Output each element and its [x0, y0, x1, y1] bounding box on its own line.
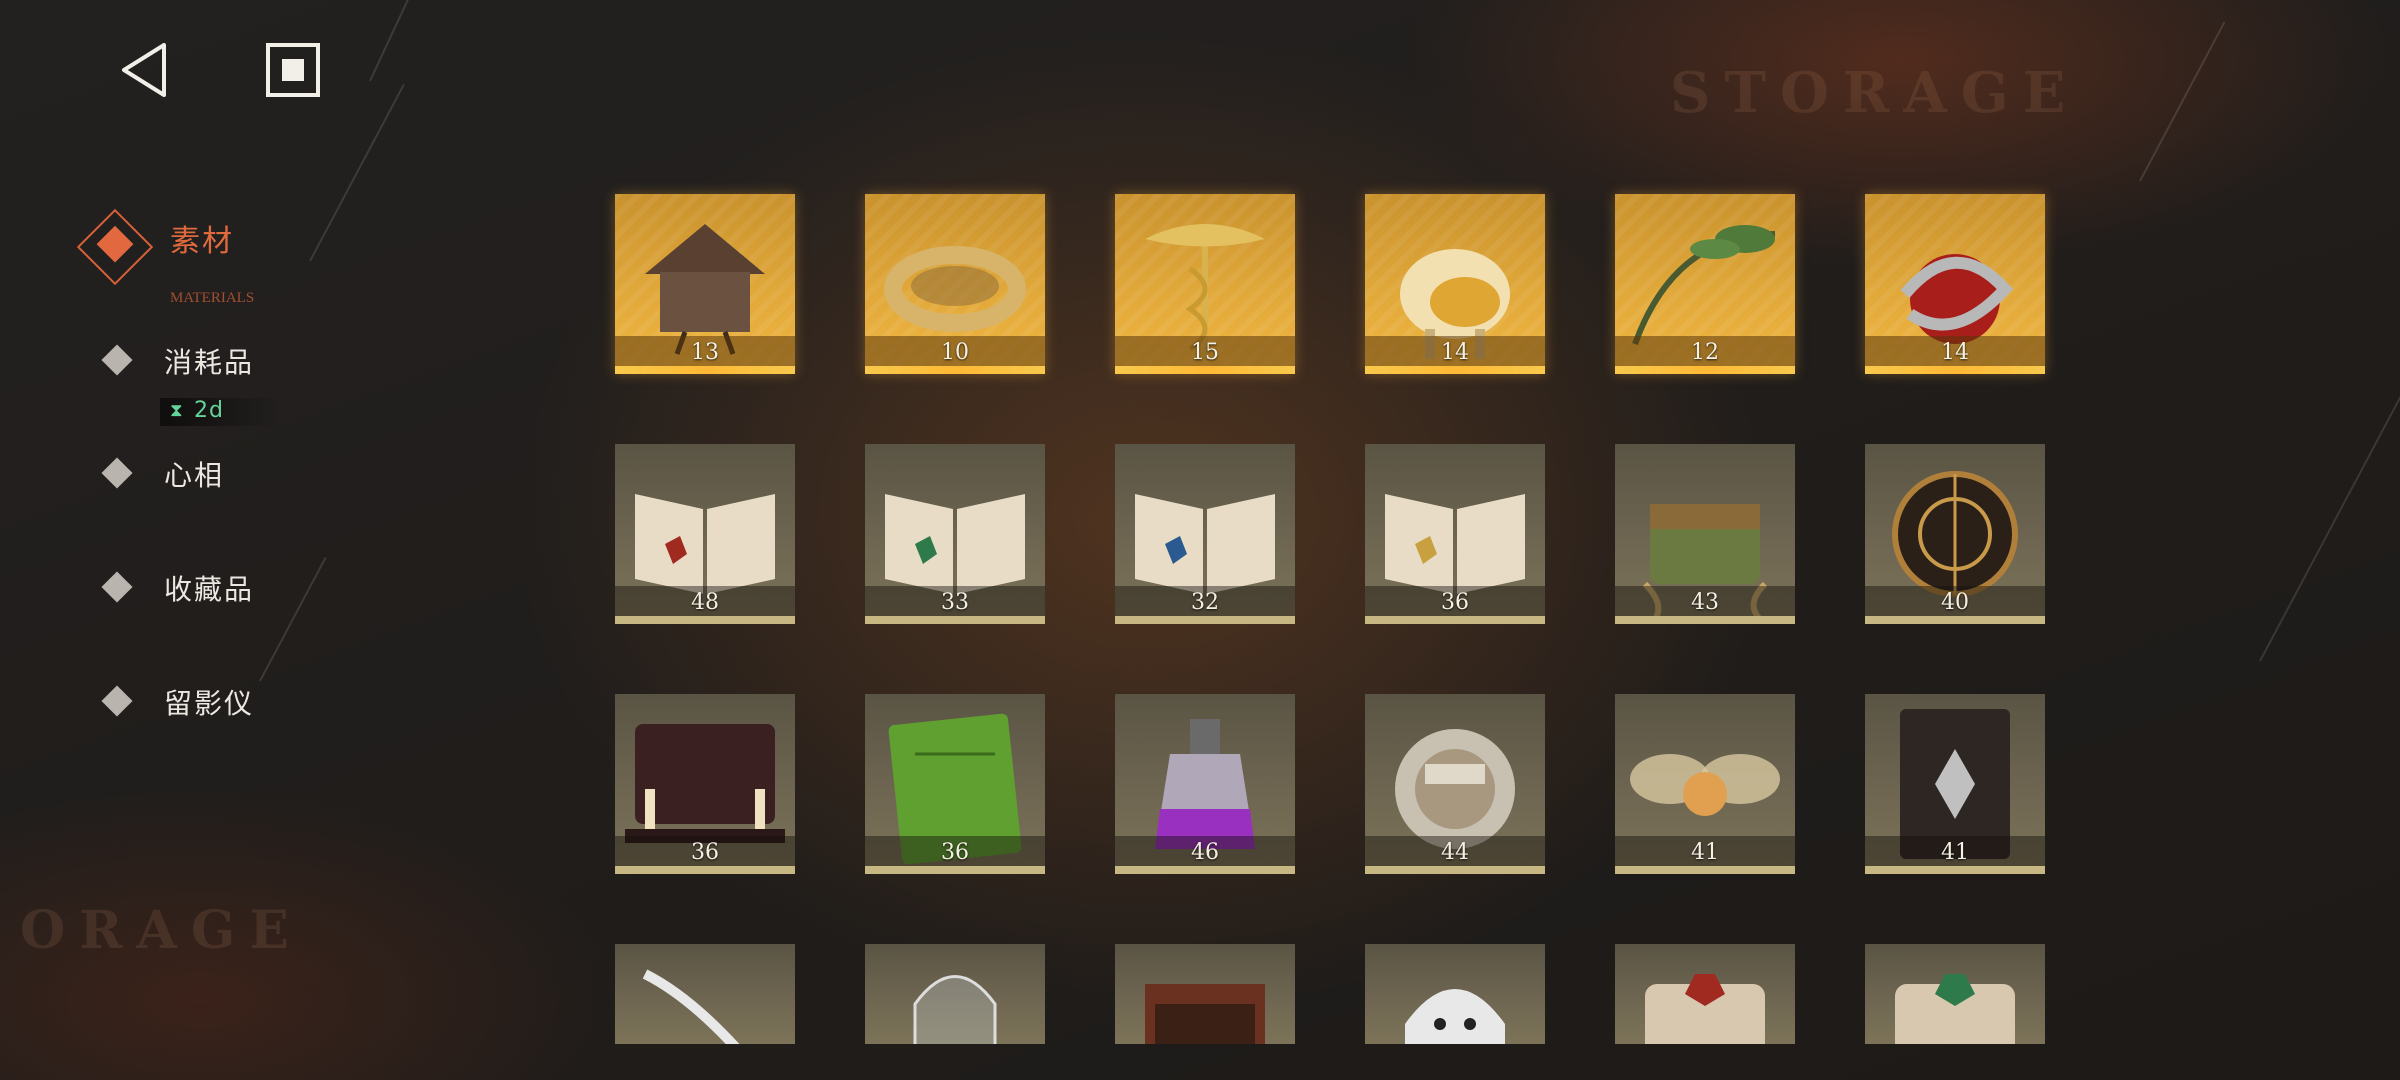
item-slot[interactable]: 14	[1865, 194, 2045, 374]
item-count: 12	[1691, 340, 1719, 365]
deco-line	[2139, 21, 2226, 182]
item-slot[interactable]: 43	[1615, 444, 1795, 624]
category-consumables[interactable]: 消耗品	[101, 335, 382, 385]
deco-line	[2259, 289, 2400, 662]
category-label: 心相	[164, 459, 225, 492]
item-slot[interactable]: 36	[615, 694, 795, 874]
silver-feather-icon	[642, 969, 740, 1044]
scroll-green-gem-icon	[1895, 974, 2015, 1044]
home-stop-button[interactable]	[258, 35, 328, 105]
rarity-stripe	[1615, 616, 1795, 624]
item-slot[interactable]: 48	[615, 444, 795, 624]
item-count: 40	[1941, 590, 1969, 615]
item-slot[interactable]	[865, 944, 1045, 1044]
stop-square-icon	[266, 43, 320, 97]
item-slot[interactable]: 41	[1865, 694, 2045, 874]
glass-bell-jar-icon	[913, 975, 997, 1044]
item-count: 46	[1191, 840, 1219, 865]
item-count: 44	[1441, 840, 1469, 865]
item-slot[interactable]: 13	[615, 194, 795, 374]
item-slot[interactable]: 10	[865, 194, 1045, 374]
timer-value: 2d	[194, 398, 224, 423]
item-count: 15	[1191, 340, 1219, 365]
rarity-stripe	[1865, 366, 2045, 374]
item-count: 10	[941, 340, 969, 365]
item-count: 13	[691, 340, 719, 365]
item-count: 43	[1691, 590, 1719, 615]
rarity-stripe	[1365, 366, 1545, 374]
rarity-stripe	[865, 616, 1045, 624]
back-triangle-icon	[122, 43, 166, 97]
item-count: 32	[1191, 590, 1219, 615]
item-count: 36	[941, 840, 969, 865]
storage-screen: STORAGE ORAGE 素材 MATERIALS 消耗品 ⧗ 2d 心相 收…	[0, 0, 2400, 1080]
item-slot[interactable]: 36	[1365, 444, 1545, 624]
diamond-icon	[101, 457, 133, 489]
storage-watermark-top: STORAGE	[1670, 60, 2080, 126]
category-label: 消耗品	[164, 346, 255, 379]
rarity-stripe	[1865, 616, 2045, 624]
hourglass-icon: ⧗	[170, 400, 183, 421]
category-sublabel: MATERIALS	[170, 290, 255, 306]
ghost-sheet-icon	[1405, 989, 1505, 1044]
rarity-stripe	[615, 616, 795, 624]
item-count: 41	[1941, 840, 1969, 865]
item-slot[interactable]: 12	[1615, 194, 1795, 374]
consumables-timer: ⧗ 2d	[160, 398, 280, 426]
item-count: 36	[691, 840, 719, 865]
item-slot[interactable]: 40	[1865, 444, 2045, 624]
item-slot[interactable]: 44	[1365, 694, 1545, 874]
category-label: 留影仪	[164, 687, 255, 720]
category-materials[interactable]: 素材 MATERIALS	[76, 208, 378, 306]
item-slot[interactable]: 41	[1615, 694, 1795, 874]
materials-diamond-icon	[76, 208, 154, 286]
rarity-stripe	[865, 866, 1045, 874]
storage-watermark-left: ORAGE	[20, 900, 303, 961]
category-label: 收藏品	[164, 573, 255, 606]
diamond-icon	[101, 571, 133, 603]
item-slot[interactable]: 14	[1365, 194, 1545, 374]
category-camera[interactable]: 留影仪	[101, 676, 382, 726]
item-count: 48	[691, 590, 719, 615]
item-slot[interactable]	[615, 944, 795, 1044]
deco-line	[369, 0, 422, 82]
item-slot[interactable]	[1365, 944, 1545, 1044]
item-slot[interactable]: 36	[865, 694, 1045, 874]
back-button[interactable]	[110, 35, 180, 105]
rarity-stripe	[1115, 866, 1295, 874]
rarity-stripe	[1615, 866, 1795, 874]
rarity-stripe	[1365, 616, 1545, 624]
rarity-stripe	[1615, 366, 1795, 374]
rarity-stripe	[615, 366, 795, 374]
diamond-icon	[101, 685, 133, 717]
category-collectibles[interactable]: 收藏品	[101, 562, 382, 612]
rarity-stripe	[1115, 366, 1295, 374]
category-label: 素材	[170, 224, 234, 259]
diamond-icon	[101, 344, 133, 376]
rarity-stripe	[1865, 866, 2045, 874]
item-slot[interactable]: 46	[1115, 694, 1295, 874]
item-count: 33	[941, 590, 969, 615]
item-slot[interactable]	[1865, 944, 2045, 1044]
item-slot[interactable]: 15	[1115, 194, 1295, 374]
item-slot[interactable]: 32	[1115, 444, 1295, 624]
scroll-red-gem-icon	[1645, 974, 1765, 1044]
item-count: 41	[1691, 840, 1719, 865]
rarity-stripe	[615, 866, 795, 874]
item-count: 14	[1941, 340, 1969, 365]
item-slot[interactable]	[1115, 944, 1295, 1044]
rarity-stripe	[865, 366, 1045, 374]
item-slot[interactable]	[1615, 944, 1795, 1044]
item-count: 14	[1441, 340, 1469, 365]
item-count: 36	[1441, 590, 1469, 615]
category-psychubes[interactable]: 心相	[101, 448, 382, 498]
item-slot[interactable]: 33	[865, 444, 1045, 624]
rarity-stripe	[1365, 866, 1545, 874]
open-case-icon	[1145, 984, 1265, 1044]
rarity-stripe	[1115, 616, 1295, 624]
